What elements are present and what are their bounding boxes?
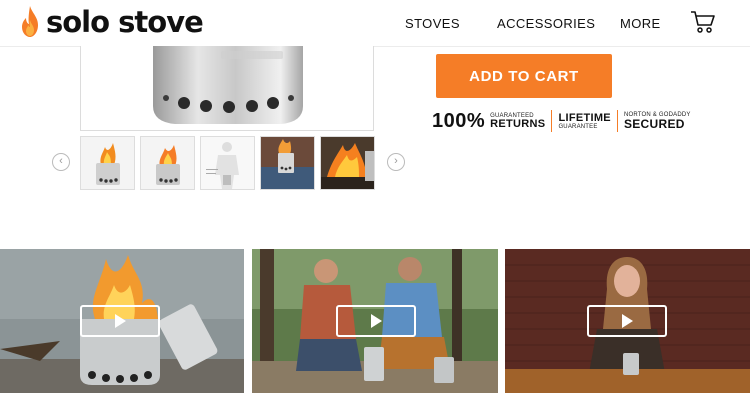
thumbnail-next-button[interactable]: › bbox=[387, 153, 405, 171]
thumbnail-stove-flames bbox=[141, 137, 194, 189]
badge-divider bbox=[551, 110, 553, 132]
play-button[interactable] bbox=[80, 305, 160, 337]
product-thumbnail[interactable] bbox=[80, 136, 135, 190]
main-nav: STOVES ACCESSORIES MORE bbox=[0, 16, 750, 34]
add-to-cart-button[interactable]: ADD TO CART bbox=[436, 54, 612, 98]
badge-returns: RETURNS bbox=[490, 117, 546, 130]
badge-percent: 100% bbox=[432, 109, 486, 132]
video-thumbnail-couple-camping[interactable] bbox=[252, 249, 498, 393]
play-icon bbox=[115, 314, 126, 328]
video-thumbnail-stove-fire[interactable] bbox=[0, 249, 244, 393]
video-thumbnail-presenter[interactable] bbox=[505, 249, 750, 393]
play-icon bbox=[371, 314, 382, 328]
returns-badge: GUARANTEED RETURNS bbox=[490, 113, 545, 130]
lifetime-badge: LIFETIME GUARANTEE bbox=[558, 111, 611, 130]
thumbnail-stove-fire bbox=[81, 137, 134, 189]
thumbnail-size-comparison bbox=[201, 137, 254, 189]
thumbnail-prev-button[interactable]: ‹ bbox=[52, 153, 70, 171]
thumbnail-campfire bbox=[321, 137, 374, 189]
play-button[interactable] bbox=[336, 305, 416, 337]
site-header: solo stove STOVES ACCESSORIES MORE bbox=[0, 0, 750, 47]
nav-item-stoves[interactable]: STOVES bbox=[405, 16, 460, 31]
product-thumbnail[interactable] bbox=[260, 136, 315, 190]
shopping-cart-icon[interactable] bbox=[690, 10, 716, 34]
product-thumbnail[interactable] bbox=[320, 136, 375, 190]
nav-item-more[interactable]: MORE bbox=[620, 16, 661, 31]
badge-secured: SECURED bbox=[623, 117, 685, 131]
badge-divider bbox=[616, 110, 618, 132]
product-thumbnail[interactable] bbox=[140, 136, 195, 190]
badge-lifetime: LIFETIME bbox=[558, 111, 611, 124]
product-main-image[interactable] bbox=[80, 46, 374, 131]
stove-image bbox=[153, 46, 303, 124]
secured-badge: NORTON & GODADDY SECURED bbox=[624, 112, 691, 130]
thumbnail-outdoor-use bbox=[261, 137, 314, 189]
product-thumbnail[interactable] bbox=[200, 136, 255, 190]
play-icon bbox=[622, 314, 633, 328]
trust-badges: 100% GUARANTEED RETURNS LIFETIME GUARANT… bbox=[432, 106, 691, 136]
play-button[interactable] bbox=[587, 305, 667, 337]
badge-guarantee: GUARANTEE bbox=[558, 123, 598, 130]
nav-item-accessories[interactable]: ACCESSORIES bbox=[497, 16, 595, 31]
